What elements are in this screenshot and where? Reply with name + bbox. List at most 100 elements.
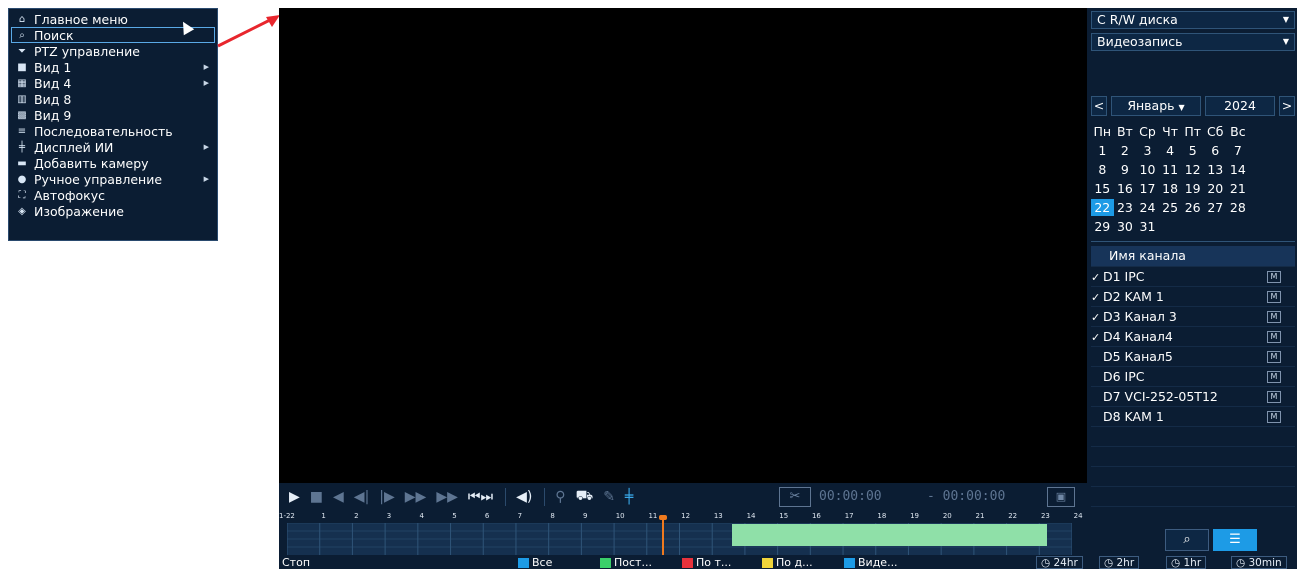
calendar-day[interactable]: 25 xyxy=(1159,200,1182,215)
save-clip-icon[interactable]: ▣ xyxy=(1047,487,1075,507)
smart-search-icon[interactable]: ╪ xyxy=(625,489,633,505)
slow-icon[interactable]: ▶▶ xyxy=(405,489,427,505)
calendar-day[interactable]: 1 xyxy=(1091,143,1114,158)
calendar-day[interactable]: 14 xyxy=(1227,162,1250,177)
year-field[interactable]: 2024 xyxy=(1205,96,1275,116)
month-dropdown[interactable]: Январь ▼ xyxy=(1111,96,1201,116)
checkbox-icon[interactable]: ✓ xyxy=(1091,268,1103,288)
calendar-day[interactable]: 24 xyxy=(1136,200,1159,215)
channel-row[interactable]: D6 IPC M xyxy=(1091,366,1295,386)
zoom-2hr-button[interactable]: ◷ 2hr xyxy=(1099,556,1140,569)
menu-item[interactable]: ■ Вид 1 ▶ xyxy=(9,59,217,75)
calendar-day[interactable]: 22 xyxy=(1091,199,1114,216)
calendar-day[interactable]: 30 xyxy=(1114,219,1137,234)
channel-row[interactable]: ✓ D1 IPC M xyxy=(1091,266,1295,286)
human-detect-icon[interactable]: ⚲ xyxy=(555,489,565,505)
menu-item[interactable]: ▥ Вид 8 xyxy=(9,91,217,107)
pin-icon[interactable]: ✎ xyxy=(603,489,615,505)
prev-next-file-icon[interactable]: ⏮⏭ xyxy=(468,489,493,505)
menu-item[interactable]: ● Ручное управление ▶ xyxy=(9,171,217,187)
menu-item[interactable]: ▦ Вид 4 ▶ xyxy=(9,75,217,91)
calendar-day[interactable]: 13 xyxy=(1204,162,1227,177)
calendar-day[interactable]: 12 xyxy=(1181,162,1204,177)
calendar-day[interactable]: 6 xyxy=(1204,143,1227,158)
calendar-day[interactable]: 15 xyxy=(1091,181,1114,196)
zoom-24hr-button[interactable]: ◷ 24hr xyxy=(1036,556,1083,569)
main-stream-badge[interactable]: M xyxy=(1267,271,1281,283)
main-stream-badge[interactable]: M xyxy=(1267,311,1281,323)
calendar-day[interactable]: 20 xyxy=(1204,181,1227,196)
channel-row[interactable]: ✓ D4 Канал4 M xyxy=(1091,326,1295,346)
channel-row[interactable]: D5 Канал5 M xyxy=(1091,346,1295,366)
menu-item[interactable]: ⏷ PTZ управление xyxy=(9,43,217,59)
channel-row[interactable]: ✓ D3 Канал 3 M xyxy=(1091,306,1295,326)
smart-search-button[interactable]: ⌕ xyxy=(1165,529,1209,551)
channel-row[interactable]: D7 VCI-252-05T12 M xyxy=(1091,386,1295,406)
calendar-day[interactable]: 23 xyxy=(1114,200,1137,215)
calendar-day[interactable]: 10 xyxy=(1136,162,1159,177)
calendar-day[interactable]: 3 xyxy=(1136,143,1159,158)
clip-icon[interactable]: ✂ xyxy=(779,487,811,507)
menu-item[interactable]: ≡ Последовательность xyxy=(9,123,217,139)
main-stream-badge[interactable]: M xyxy=(1267,391,1281,403)
checkbox-icon[interactable]: ✓ xyxy=(1091,288,1103,308)
calendar-day[interactable]: 21 xyxy=(1227,181,1250,196)
calendar-day[interactable]: 18 xyxy=(1159,181,1182,196)
zoom-30min-button[interactable]: ◷ 30min xyxy=(1231,556,1287,569)
channel-row[interactable]: ✓ D2 KAM 1 M xyxy=(1091,286,1295,306)
record-filter-checkbox[interactable]: По д... xyxy=(762,556,813,569)
calendar-day[interactable]: 9 xyxy=(1114,162,1137,177)
channel-row[interactable]: D8 KAM 1 M xyxy=(1091,406,1295,426)
timeline[interactable]: 1-22 1 2 3 4 5 6 7 8 9 10 11 12 13 14 15 16 17 18 19 20 21 22 2… xyxy=(279,511,1087,556)
reverse-play-icon[interactable]: ◀ xyxy=(333,489,344,505)
checkbox-icon[interactable]: ✓ xyxy=(1091,308,1103,328)
record-type-dropdown[interactable]: Видеозапись ▼ xyxy=(1091,33,1295,51)
timeline-cursor-handle[interactable] xyxy=(659,515,667,520)
calendar-day[interactable]: 26 xyxy=(1181,200,1204,215)
menu-item[interactable]: ⛶ Автофокус xyxy=(9,187,217,203)
menu-item[interactable]: ▩ Вид 9 xyxy=(9,107,217,123)
main-stream-badge[interactable]: M xyxy=(1267,331,1281,343)
calendar-day[interactable]: 27 xyxy=(1204,200,1227,215)
timeline-cursor[interactable] xyxy=(662,517,664,555)
video-display[interactable] xyxy=(279,8,1087,483)
main-stream-badge[interactable]: M xyxy=(1267,411,1281,423)
zoom-1hr-button[interactable]: ◷ 1hr xyxy=(1166,556,1207,569)
record-filter-checkbox[interactable]: По т... xyxy=(682,556,731,569)
calendar-day[interactable]: 16 xyxy=(1114,181,1137,196)
calendar-day[interactable]: 11 xyxy=(1159,162,1182,177)
checkbox-icon[interactable]: ✓ xyxy=(1091,328,1103,348)
main-stream-badge[interactable]: M xyxy=(1267,371,1281,383)
prev-frame-icon[interactable]: ◀| xyxy=(354,489,369,505)
calendar-day[interactable]: 4 xyxy=(1159,143,1182,158)
calendar-day[interactable]: 2 xyxy=(1114,143,1137,158)
prev-month-button[interactable]: < xyxy=(1091,96,1107,116)
main-stream-badge[interactable]: M xyxy=(1267,291,1281,303)
volume-icon[interactable]: ◀) xyxy=(516,489,532,505)
channel-list-header[interactable]: Имя канала xyxy=(1091,246,1295,266)
calendar-day[interactable]: 7 xyxy=(1227,143,1250,158)
menu-item[interactable]: ◈ Изображение xyxy=(9,203,217,219)
fast-icon[interactable]: ▶▶ xyxy=(436,489,458,505)
menu-item[interactable]: ▬ Добавить камеру xyxy=(9,155,217,171)
list-view-button[interactable]: ☰ xyxy=(1213,529,1257,551)
calendar-day[interactable]: 28 xyxy=(1227,200,1250,215)
menu-item[interactable]: ╪ Дисплей ИИ ▶ xyxy=(9,139,217,155)
stop-icon[interactable]: ■ xyxy=(310,489,323,505)
next-month-button[interactable]: > xyxy=(1279,96,1295,116)
record-filter-checkbox[interactable]: Виде... xyxy=(844,556,898,569)
source-dropdown[interactable]: С R/W диска ▼ xyxy=(1091,11,1295,29)
calendar-day[interactable]: 8 xyxy=(1091,162,1114,177)
calendar-day[interactable]: 5 xyxy=(1181,143,1204,158)
next-frame-icon[interactable]: |▶ xyxy=(379,489,394,505)
calendar-day[interactable]: 31 xyxy=(1136,219,1159,234)
recording-segment[interactable] xyxy=(732,524,1047,546)
vehicle-detect-icon[interactable]: ⛟ xyxy=(576,488,594,506)
calendar-day[interactable]: 17 xyxy=(1136,181,1159,196)
record-filter-checkbox[interactable]: Пост... xyxy=(600,556,652,569)
record-filter-checkbox[interactable]: Все xyxy=(518,556,552,569)
play-icon[interactable]: ▶ xyxy=(289,489,300,505)
calendar-day[interactable]: 29 xyxy=(1091,219,1114,234)
main-stream-badge[interactable]: M xyxy=(1267,351,1281,363)
calendar-day[interactable]: 19 xyxy=(1181,181,1204,196)
